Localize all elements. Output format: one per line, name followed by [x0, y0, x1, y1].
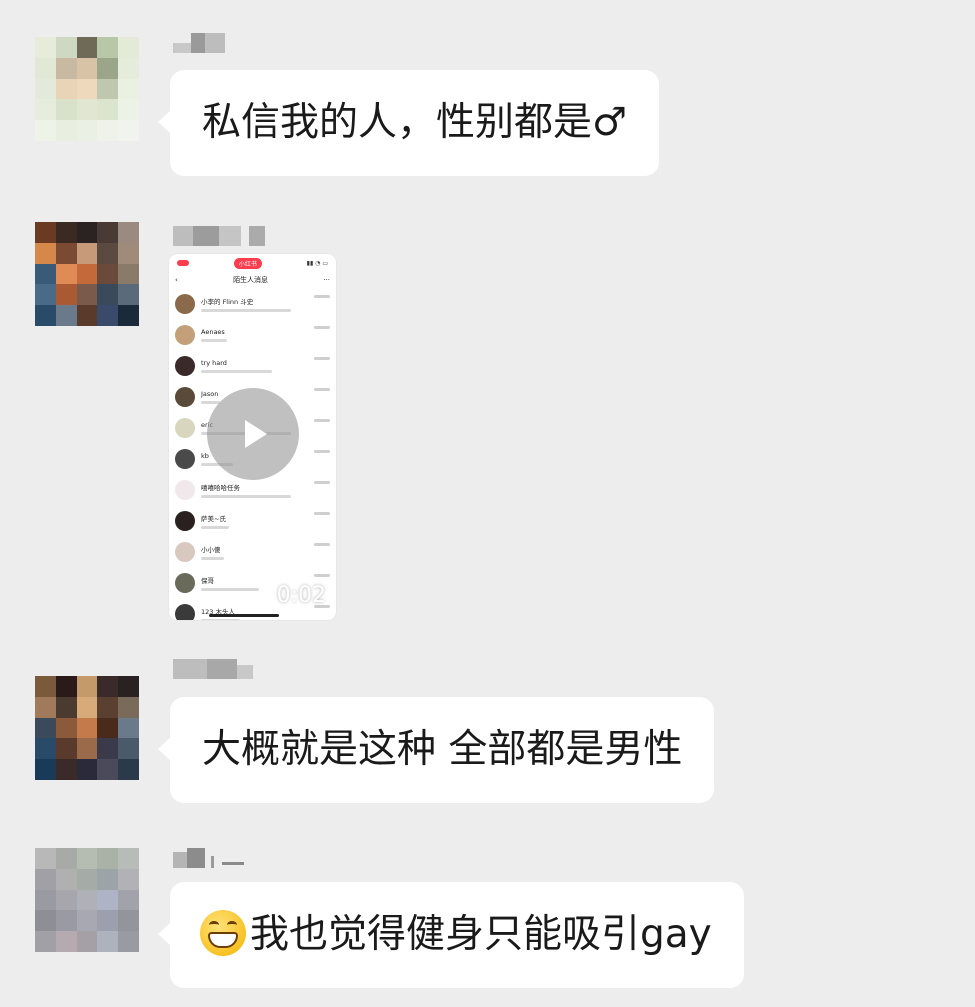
- status-pill: 小红书: [233, 257, 262, 269]
- more-icon: ···: [323, 276, 330, 284]
- video-thumbnail[interactable]: 小红书 ▮▮ ◔ ▭ ‹ 陌生人消息 ··· 小李的 Flinn 斗史 Aena…: [169, 254, 336, 620]
- screen-title: 陌生人消息: [233, 276, 269, 284]
- avatar[interactable]: [35, 848, 139, 952]
- play-icon: [245, 420, 267, 448]
- list-item: 小小傻: [169, 536, 336, 567]
- back-chevron-icon: ‹: [175, 276, 178, 284]
- list-item: 萨美~氏: [169, 505, 336, 536]
- list-item: 小李的 Flinn 斗史: [169, 288, 336, 319]
- sender-name-blurred: [173, 848, 244, 868]
- sender-name-blurred: [173, 659, 253, 679]
- list-item: Aenaes: [169, 319, 336, 350]
- app-pill: [177, 260, 189, 266]
- signal-icon: ▮▮ ◔ ▭: [306, 259, 328, 267]
- sender-name-blurred: [173, 226, 265, 246]
- message-text: 私信我的人，性别都是♂: [202, 100, 627, 145]
- list-item: try hard: [169, 350, 336, 381]
- phone-status-bar: 小红书 ▮▮ ◔ ▭: [169, 254, 336, 272]
- message-text: 大概就是这种 全部都是男性: [202, 727, 683, 772]
- chat-bubble-text: 我也觉得健身只能吸引gay: [158, 882, 744, 988]
- play-button[interactable]: [207, 388, 299, 480]
- screen-header: ‹ 陌生人消息 ···: [169, 272, 336, 288]
- grinning-face-emoji-icon: [200, 909, 246, 956]
- message-text: 我也觉得健身只能吸引gay: [250, 912, 712, 957]
- avatar[interactable]: [35, 676, 139, 780]
- home-indicator: [209, 614, 279, 617]
- chat-bubble-text: 私信我的人，性别都是♂: [158, 70, 659, 176]
- video-duration: 0:02: [276, 583, 326, 608]
- sender-name-blurred: [173, 33, 225, 53]
- chat-bubble-text: 大概就是这种 全部都是男性: [157, 697, 715, 803]
- avatar[interactable]: [35, 222, 139, 326]
- avatar[interactable]: [35, 37, 139, 141]
